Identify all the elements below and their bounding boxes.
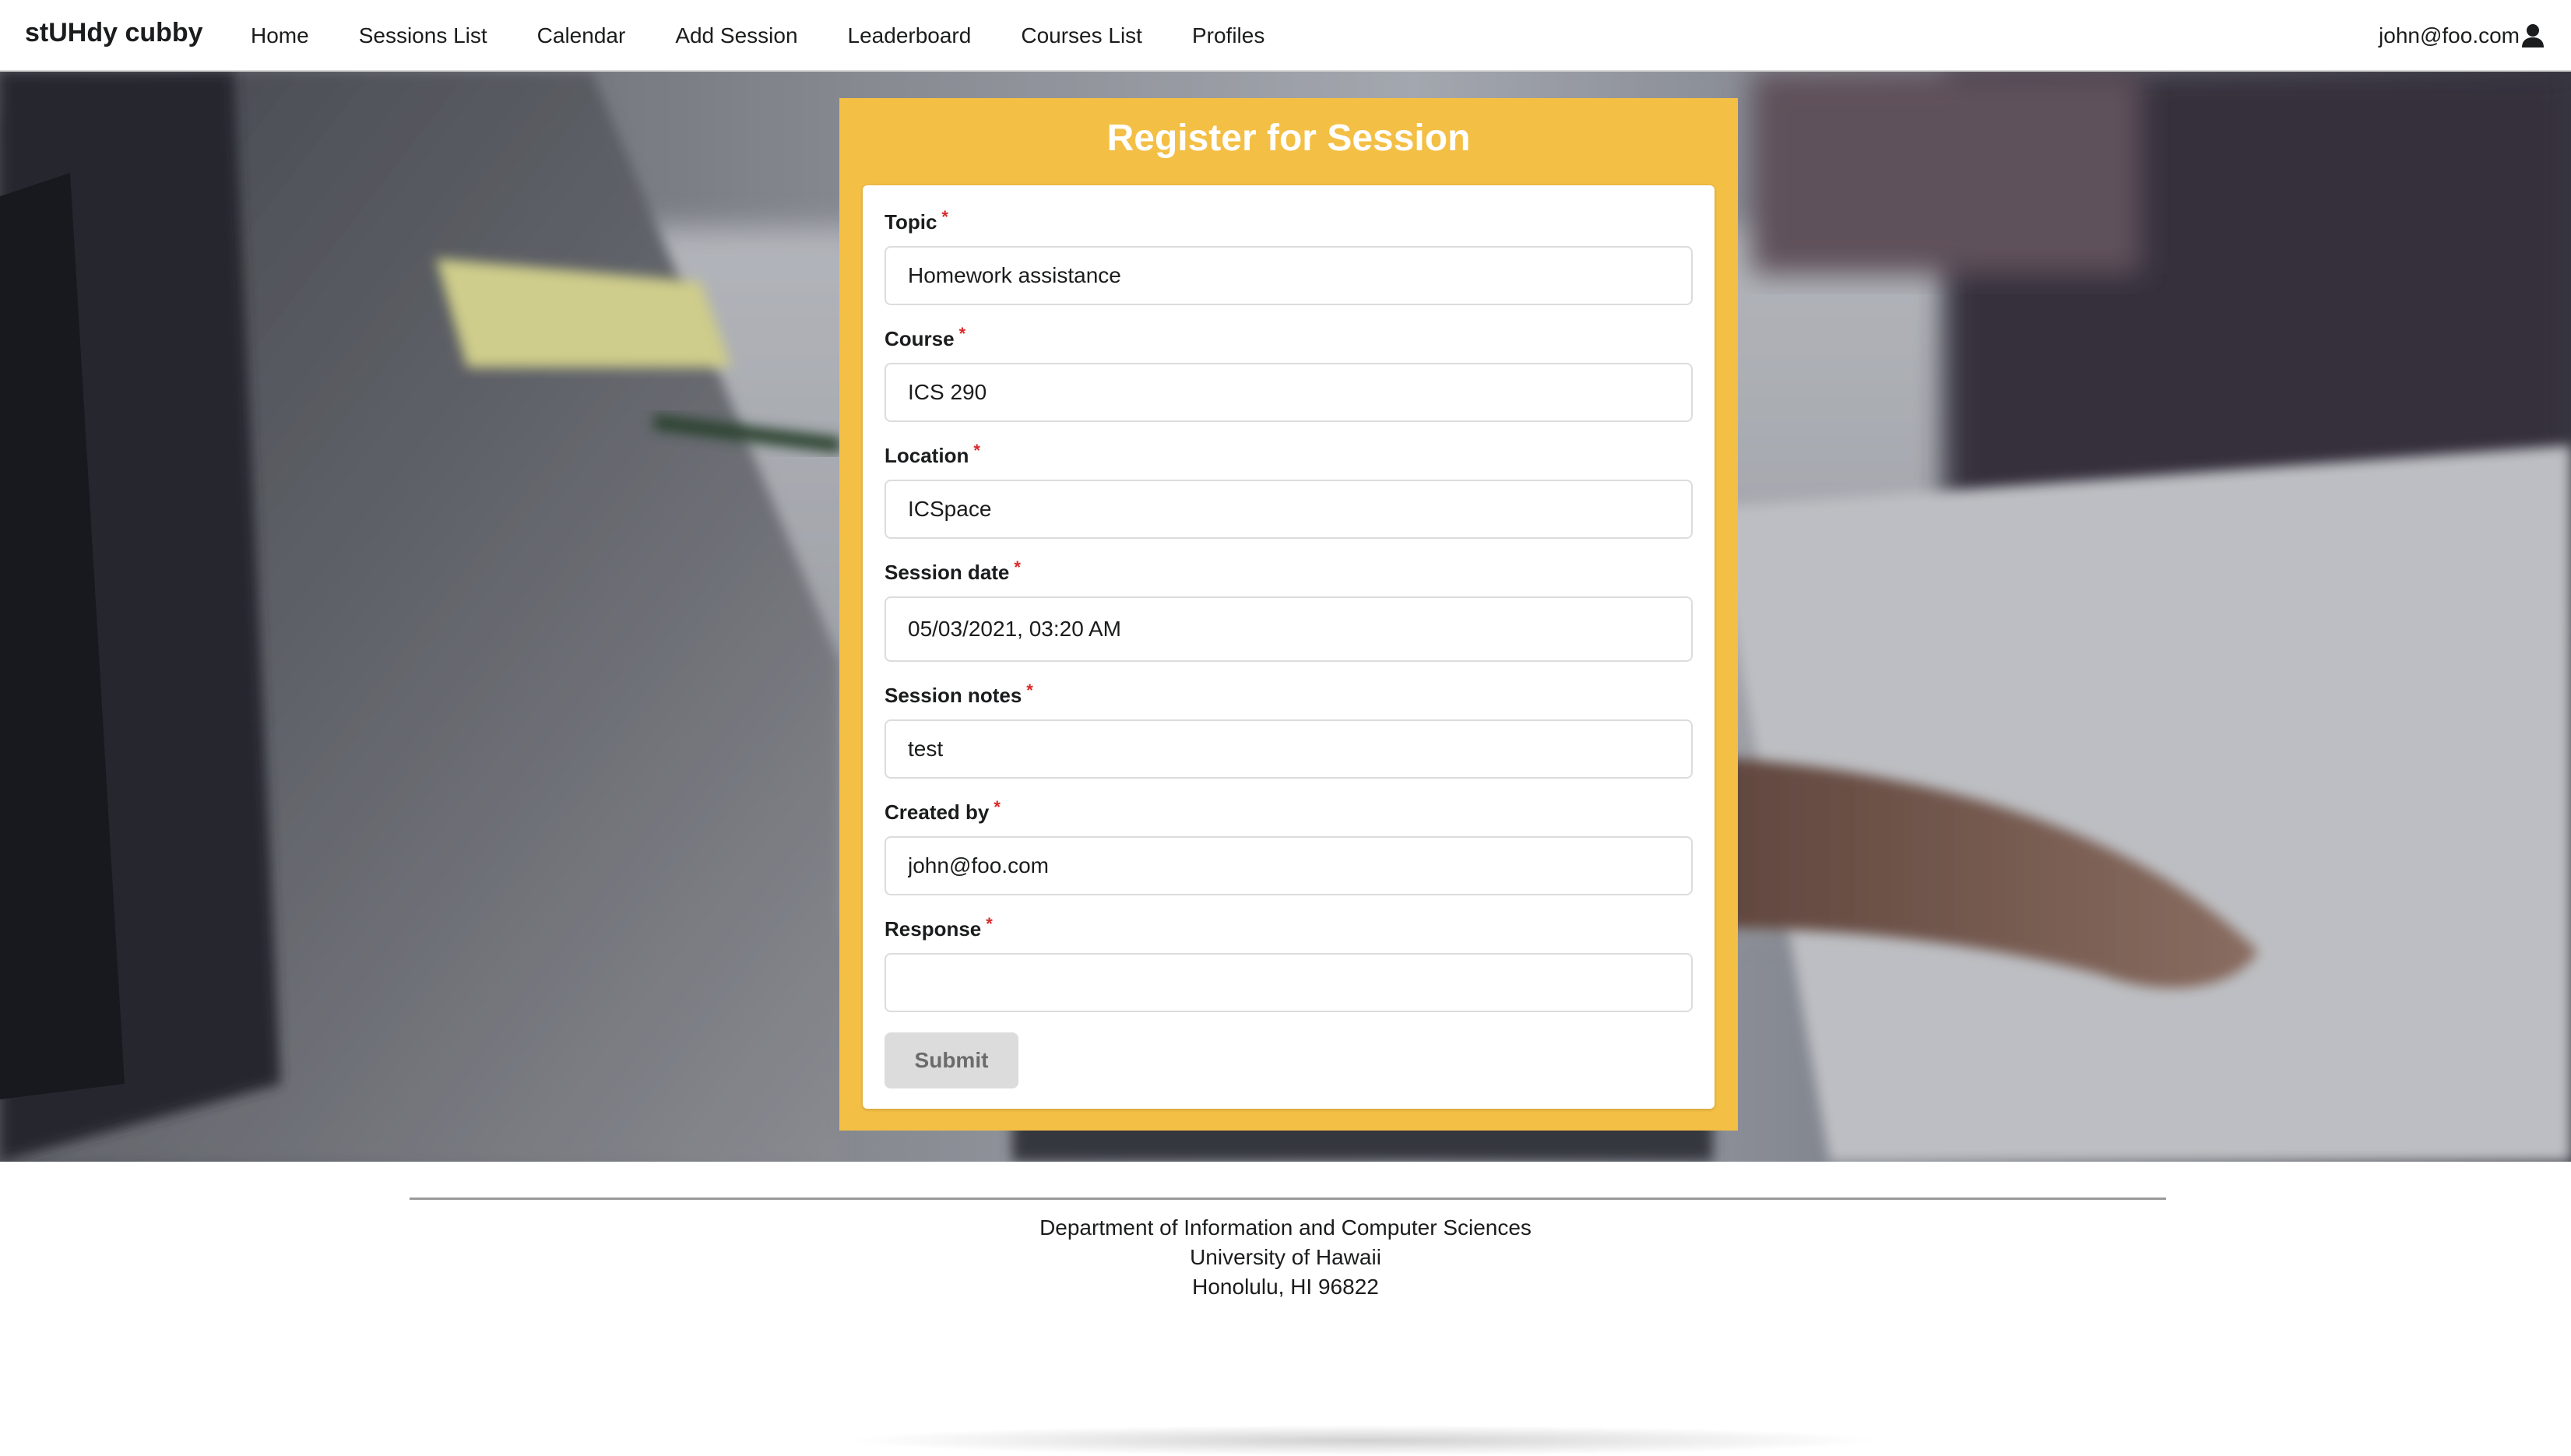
nav-home[interactable]: Home	[226, 19, 334, 53]
required-marker: *	[994, 797, 1001, 817]
required-marker: *	[1026, 681, 1033, 700]
footer-address: Department of Information and Computer S…	[0, 1213, 2571, 1302]
created-by-label: Created by *	[885, 797, 1001, 825]
required-marker: *	[941, 207, 948, 227]
course-label: Course *	[885, 324, 966, 351]
required-marker: *	[986, 914, 993, 934]
course-input[interactable]	[885, 363, 1693, 422]
field-created-by: Created by *	[885, 799, 1693, 895]
session-notes-label: Session notes *	[885, 681, 1033, 708]
nav-profiles[interactable]: Profiles	[1167, 19, 1289, 53]
top-navbar: stUHdy cubby Home Sessions List Calendar…	[0, 0, 2571, 72]
nav-leaderboard[interactable]: Leaderboard	[823, 19, 997, 53]
topic-label: Topic *	[885, 207, 948, 234]
user-menu[interactable]: john@foo.com	[2379, 19, 2545, 53]
response-label: Response *	[885, 914, 993, 941]
panel-title: Register for Session	[1106, 118, 1471, 159]
nav-calendar[interactable]: Calendar	[512, 19, 651, 53]
footer-divider	[410, 1198, 2166, 1200]
footer: Department of Information and Computer S…	[0, 1162, 2571, 1456]
user-icon	[2521, 23, 2545, 48]
brand-logo[interactable]: stUHdy cubby	[25, 16, 203, 50]
user-email: john@foo.com	[2379, 23, 2520, 47]
field-session-date: Session date *	[885, 559, 1693, 662]
nav-sessions-list[interactable]: Sessions List	[334, 19, 512, 53]
required-marker: *	[958, 324, 966, 343]
field-course: Course *	[885, 325, 1693, 422]
required-marker: *	[973, 441, 980, 460]
nav-links: Home Sessions List Calendar Add Session …	[226, 19, 1289, 53]
footer-university: University of Hawaii	[1190, 1245, 1381, 1269]
hero-background: Register for Session Topic* Course* Loca…	[0, 72, 2571, 1162]
response-input[interactable]	[885, 953, 1693, 1012]
footer-city: Honolulu, HI 96822	[1192, 1275, 1379, 1299]
session-date-input[interactable]	[885, 596, 1693, 662]
register-session-panel: Register for Session Topic* Course* Loca…	[839, 98, 1738, 1131]
location-input[interactable]	[885, 480, 1693, 539]
footer-department: Department of Information and Computer S…	[1039, 1215, 1532, 1240]
footer-shadow	[841, 1425, 1884, 1456]
register-session-form: Topic* Course* Location* Session date* S…	[863, 185, 1715, 1109]
nav-add-session[interactable]: Add Session	[650, 19, 822, 53]
required-marker: *	[1014, 557, 1021, 577]
field-topic: Topic *	[885, 209, 1693, 305]
field-response: Response *	[885, 916, 1693, 1012]
field-session-notes: Session notes *	[885, 682, 1693, 779]
location-label: Location *	[885, 441, 980, 468]
topic-input[interactable]	[885, 246, 1693, 305]
created-by-input[interactable]	[885, 836, 1693, 895]
session-notes-input[interactable]	[885, 719, 1693, 779]
submit-button[interactable]: Submit	[885, 1032, 1018, 1088]
session-date-label: Session date *	[885, 557, 1021, 585]
field-location: Location *	[885, 442, 1693, 539]
nav-courses-list[interactable]: Courses List	[996, 19, 1167, 53]
